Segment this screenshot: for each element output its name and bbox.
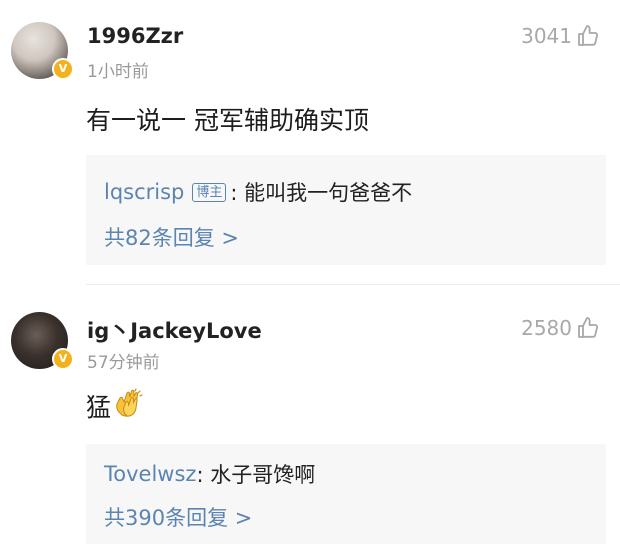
reply-username[interactable]: Tovelwsz: [104, 462, 196, 486]
reply-preview[interactable]: Tovelwsz : 水子哥馋啊 共390条回复 >: [86, 444, 606, 544]
comment-text: 猛: [86, 393, 112, 422]
like-button[interactable]: 2580: [521, 316, 600, 340]
reply-username[interactable]: lqscrisp: [104, 180, 184, 204]
verified-badge-icon: V: [52, 348, 74, 370]
like-count: 2580: [521, 316, 572, 340]
comment-username[interactable]: ig丶JackeyLove: [87, 315, 262, 345]
comment-timestamp: 57分钟前: [87, 353, 160, 373]
reply-line: lqscrisp 博主 : 能叫我一句爸爸不: [104, 177, 412, 207]
reply-line: Tovelwsz : 水子哥馋啊: [104, 459, 315, 489]
host-badge: 博主: [192, 182, 227, 202]
like-button[interactable]: 3041: [521, 24, 600, 48]
reply-text: : 水子哥馋啊: [196, 463, 316, 487]
view-replies-link[interactable]: 共390条回复 >: [104, 502, 252, 532]
reply-preview[interactable]: lqscrisp 博主 : 能叫我一句爸爸不 共82条回复 >: [86, 155, 606, 265]
comment-content: 猛: [86, 387, 145, 425]
comment-timestamp: 1小时前: [87, 62, 149, 82]
comment-content: 有一说一 冠军辅助确实顶: [86, 106, 369, 135]
comment-item: V 1996Zzr 1小时前 3041 有一说一 冠军辅助确实顶 lqscris…: [0, 0, 620, 285]
comment-item: V ig丶JackeyLove 57分钟前 2580 猛 Tovelwsz : …: [0, 285, 620, 544]
thumbs-up-icon: [576, 24, 600, 48]
clapping-hands-icon: [113, 387, 145, 425]
comment-username[interactable]: 1996Zzr: [87, 24, 183, 48]
thumbs-up-icon: [576, 316, 600, 340]
view-replies-link[interactable]: 共82条回复 >: [104, 222, 239, 252]
like-count: 3041: [521, 24, 572, 48]
reply-text: : 能叫我一句爸爸不: [230, 181, 413, 205]
verified-badge-icon: V: [52, 58, 74, 80]
